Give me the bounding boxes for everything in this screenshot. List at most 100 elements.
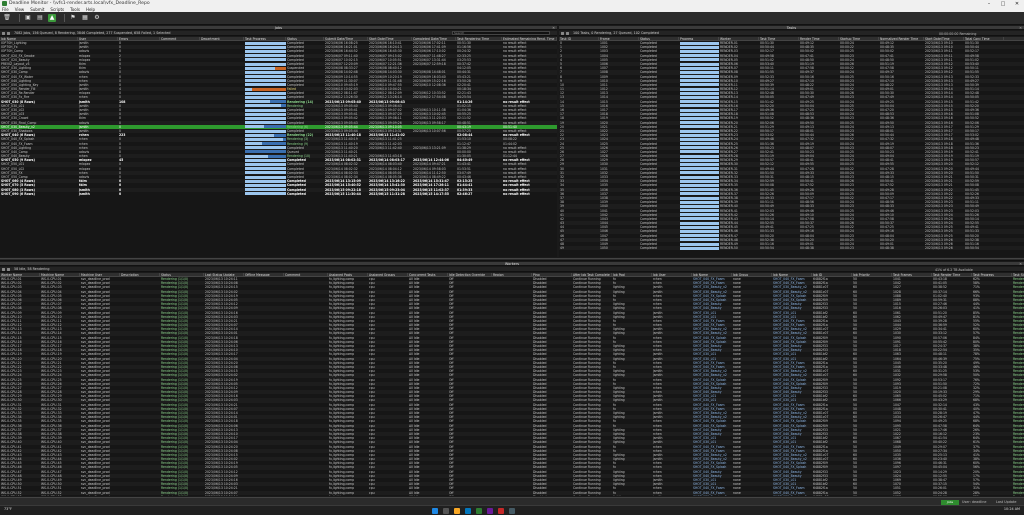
column-header[interactable]: Machine User xyxy=(80,273,120,276)
column-header[interactable]: Description xyxy=(120,273,160,276)
column-header[interactable]: Task Time xyxy=(759,37,799,40)
column-header[interactable]: Comment xyxy=(284,273,328,276)
column-header[interactable]: Concurrent Tasks xyxy=(408,273,448,276)
maximize-button[interactable]: □ xyxy=(996,1,1010,7)
table-cell: 00:48:38 xyxy=(880,246,894,251)
edge-icon[interactable] xyxy=(465,507,471,514)
progress-bar xyxy=(679,104,719,108)
monitor-icon[interactable]: ▣ xyxy=(24,14,32,22)
weather-temp: 73°F xyxy=(4,507,12,511)
column-header[interactable]: Department xyxy=(200,37,244,40)
panel-splitter[interactable] xyxy=(0,258,1024,261)
column-header[interactable]: Task Render Time xyxy=(932,273,972,276)
column-header[interactable]: Job Name xyxy=(0,37,78,40)
table-row[interactable]: SHOT_090 (6 Rows) jsmith 0 Completed 2023/06… xyxy=(0,192,557,196)
system-clock[interactable]: 10:24 AM xyxy=(1004,507,1020,511)
terminal-icon[interactable] xyxy=(509,507,515,514)
app-icon[interactable] xyxy=(498,507,504,514)
column-header[interactable]: Worker xyxy=(719,37,759,40)
column-header[interactable]: Status xyxy=(160,273,204,276)
column-header[interactable]: Worker Name xyxy=(0,273,40,276)
column-header[interactable]: Completed Date/Time xyxy=(412,37,456,40)
column-header[interactable]: Offline Message xyxy=(244,273,284,276)
column-header[interactable]: Start Date/Time xyxy=(924,37,964,40)
close-icon[interactable]: ✕ xyxy=(1019,262,1022,266)
progress-bar xyxy=(679,221,719,225)
column-header[interactable]: Region xyxy=(492,273,532,276)
column-header[interactable]: After Job Task Complete xyxy=(572,273,612,276)
deadline-monitor-icon[interactable] xyxy=(476,507,482,514)
column-header[interactable]: Normalized Render Time xyxy=(879,37,924,40)
column-header[interactable]: Idle Detection Override xyxy=(448,273,492,276)
search-icon[interactable] xyxy=(443,507,449,514)
filter-icon[interactable] xyxy=(2,267,5,271)
column-header[interactable]: Total Conc Time xyxy=(964,37,1004,40)
delete-icon[interactable]: 🗑 xyxy=(3,14,11,22)
table-row[interactable]: WS-0-CPU-53WS-0-CPU-53svc_deadline_prodR… xyxy=(0,495,1024,496)
column-header[interactable]: Comment xyxy=(160,37,200,40)
close-button[interactable]: ✕ xyxy=(1010,1,1024,7)
weather-widget[interactable]: 73°F xyxy=(4,507,12,511)
column-header[interactable]: Status xyxy=(286,37,324,40)
table-cell: 00:50:54 xyxy=(760,246,774,251)
progress-bar xyxy=(679,62,719,66)
column-header[interactable]: Estimated Remaining Rend. Time xyxy=(502,37,557,40)
column-header[interactable]: Machine Name xyxy=(40,273,80,276)
column-header[interactable]: Job Pool xyxy=(612,273,652,276)
minimize-button[interactable]: – xyxy=(982,1,996,7)
progress-bar xyxy=(679,192,719,196)
jobs-table-body: IOP7SH_Lighting jsmith 0 Completed 2023/06/0… xyxy=(0,41,557,196)
progress-bar xyxy=(679,95,719,100)
column-header[interactable]: Assigned Groups xyxy=(368,273,408,276)
columns-icon[interactable] xyxy=(6,267,10,271)
column-header[interactable]: Task Rendering Time xyxy=(456,37,502,40)
progress-bar xyxy=(679,196,719,200)
table-cell xyxy=(200,192,244,196)
close-icon[interactable]: ✕ xyxy=(552,26,555,30)
column-header[interactable]: Errors xyxy=(118,37,160,40)
filter-icon[interactable] xyxy=(561,31,564,35)
jobs-search-input[interactable]: Search xyxy=(452,31,550,35)
column-header[interactable]: Assigned Pools xyxy=(328,273,368,276)
column-header[interactable]: Job Name xyxy=(772,273,812,276)
app-icon[interactable] xyxy=(487,507,493,514)
column-header[interactable]: Job Group xyxy=(732,273,772,276)
columns-icon[interactable] xyxy=(6,31,10,35)
progress-bar xyxy=(679,225,719,229)
column-header[interactable]: Progress xyxy=(679,37,719,40)
column-header[interactable]: Submit Date/Time xyxy=(324,37,368,40)
column-header[interactable]: Status xyxy=(639,37,679,40)
windows-start-icon[interactable] xyxy=(432,507,438,514)
column-header[interactable]: Task Frames xyxy=(892,273,932,276)
filter-icon[interactable] xyxy=(2,31,5,35)
column-header[interactable]: Job ID xyxy=(812,273,852,276)
workers-table: Worker Name Machine Name Machine User Descr… xyxy=(0,273,1024,496)
close-icon[interactable]: ✕ xyxy=(1019,26,1022,30)
column-header[interactable]: Ping xyxy=(532,273,572,276)
document-icon[interactable]: ▦ xyxy=(81,14,89,22)
column-header[interactable]: Job User xyxy=(652,273,692,276)
jobs-status-badge: Jobs xyxy=(941,499,959,505)
column-header[interactable]: Frame xyxy=(599,37,639,40)
column-header[interactable]: Task ID xyxy=(559,37,599,40)
super-user-icon[interactable]: ▲ xyxy=(48,14,56,22)
table-row[interactable]: 49 1050 Completed RENDER-50 00:50:54 00:48:38… xyxy=(559,246,1024,251)
column-header[interactable]: Start Date/Time xyxy=(368,37,412,40)
file-explorer-icon[interactable] xyxy=(454,507,460,514)
column-header[interactable]: Task Progress xyxy=(972,273,1012,276)
columns-icon[interactable] xyxy=(565,31,569,35)
column-header[interactable]: Task Progress xyxy=(244,37,286,40)
column-header[interactable]: Job Priority xyxy=(852,273,892,276)
column-header[interactable]: Render Time xyxy=(799,37,839,40)
bookmark-icon[interactable]: ⚑ xyxy=(69,14,77,22)
column-header[interactable]: Last Status Update xyxy=(204,273,244,276)
column-header[interactable]: Job Name xyxy=(692,273,732,276)
tasks-panel-title: Tasks xyxy=(786,26,797,30)
column-header[interactable]: User xyxy=(78,37,118,40)
column-header[interactable]: Task Status xyxy=(1012,273,1024,276)
tasks-remaining: 00:00:00:00 Remaining xyxy=(939,31,977,36)
settings-icon[interactable]: ⚙ xyxy=(93,14,101,22)
column-header[interactable]: Startup Time xyxy=(839,37,879,40)
progress-bar xyxy=(679,162,719,167)
window-icon[interactable]: ▤ xyxy=(36,14,44,22)
